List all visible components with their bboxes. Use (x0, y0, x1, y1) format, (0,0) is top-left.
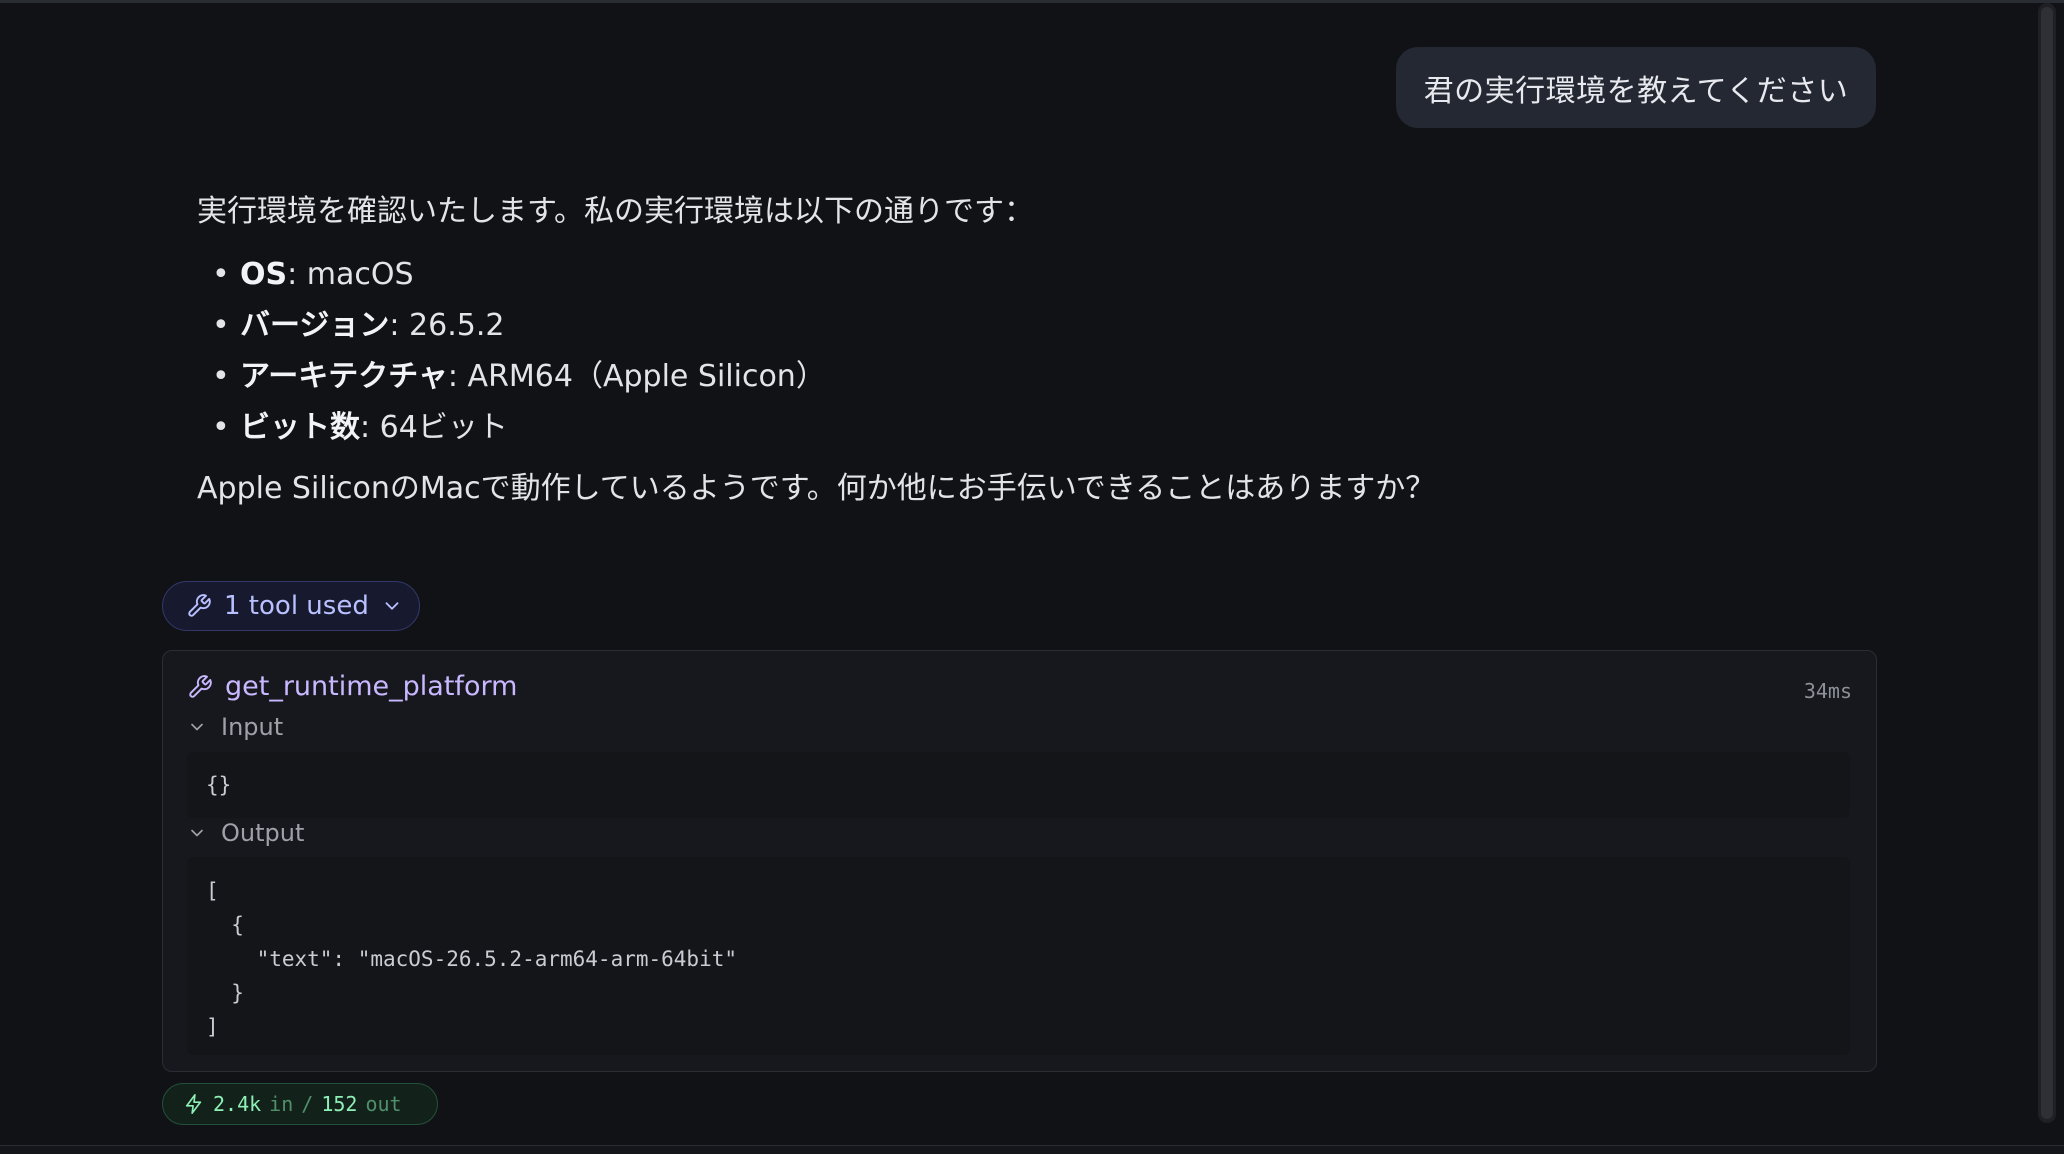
item-label: OS (240, 257, 288, 292)
bolt-icon (185, 1094, 202, 1114)
input-section-toggle[interactable]: Input (187, 713, 283, 741)
window-bottom-border (0, 1145, 2064, 1154)
output-label: Output (221, 819, 305, 847)
output-code-block: [ { "text": "macOS-26.5.2-arm64-arm-64bi… (187, 857, 1850, 1055)
scrollbar-thumb[interactable] (2041, 7, 2053, 1119)
input-code-block: {} (187, 752, 1850, 818)
item-value: : 26.5.2 (389, 308, 505, 343)
item-value: : 64ビット (360, 410, 508, 445)
input-code: {} (206, 773, 232, 797)
chevron-down-icon (385, 602, 399, 610)
token-usage-badge: 2.4k in / 152 out (162, 1083, 438, 1125)
user-message-text: 君の実行環境を教えてください (1423, 73, 1849, 109)
runtime-info-list: • OS: macOS • バージョン: 26.5.2 • アーキテクチャ: ARM6… (197, 249, 1647, 453)
output-section-toggle[interactable]: Output (187, 819, 304, 847)
window-top-border (0, 0, 2064, 3)
item-value: : macOS (287, 257, 414, 292)
output-code: [ { "text": "macOS-26.5.2-arm64-arm-64bi… (206, 879, 738, 1039)
tool-name: get_runtime_platform (225, 671, 518, 702)
chevron-down-icon (191, 723, 203, 731)
chevron-down-icon (191, 829, 203, 837)
tool-call-card: get_runtime_platform 34ms Input {} Outpu… (162, 650, 1877, 1072)
user-message-bubble: 君の実行環境を教えてください (1396, 47, 1876, 128)
tokens-out-label: out (365, 1092, 402, 1116)
tokens-out-value: 152 (321, 1092, 358, 1116)
tool-duration: 34ms (1803, 679, 1852, 703)
item-label: アーキテクチャ (240, 359, 448, 394)
list-item: • ビット数: 64ビット (212, 410, 508, 445)
wrench-icon (188, 594, 211, 617)
tools-used-toggle[interactable]: 1 tool used (162, 581, 420, 631)
tokens-separator: / (301, 1092, 314, 1116)
input-label: Input (221, 713, 284, 741)
wrench-icon (189, 674, 212, 698)
item-value: : ARM64（Apple Silicon） (447, 359, 826, 394)
scrollbar[interactable] (2038, 3, 2056, 1123)
item-label: ビット数 (240, 410, 360, 445)
tools-used-label: 1 tool used (224, 591, 369, 621)
tool-call-header: get_runtime_platform (187, 671, 517, 702)
assistant-intro: 実行環境を確認いたします。私の実行環境は以下の通りです： (197, 194, 1034, 229)
list-item: • バージョン: 26.5.2 (212, 308, 505, 343)
list-item: • アーキテクチャ: ARM64（Apple Silicon） (212, 359, 826, 394)
tokens-in-label: in (269, 1092, 294, 1116)
item-label: バージョン (240, 308, 390, 343)
tokens-in-value: 2.4k (213, 1092, 262, 1116)
assistant-message: 実行環境を確認いたします。私の実行環境は以下の通りです： • OS: macOS … (197, 186, 1647, 514)
list-item: • OS: macOS (212, 257, 414, 292)
assistant-outro: Apple SiliconのMacで動作しているようです。何か他にお手伝いできる… (197, 471, 1436, 506)
